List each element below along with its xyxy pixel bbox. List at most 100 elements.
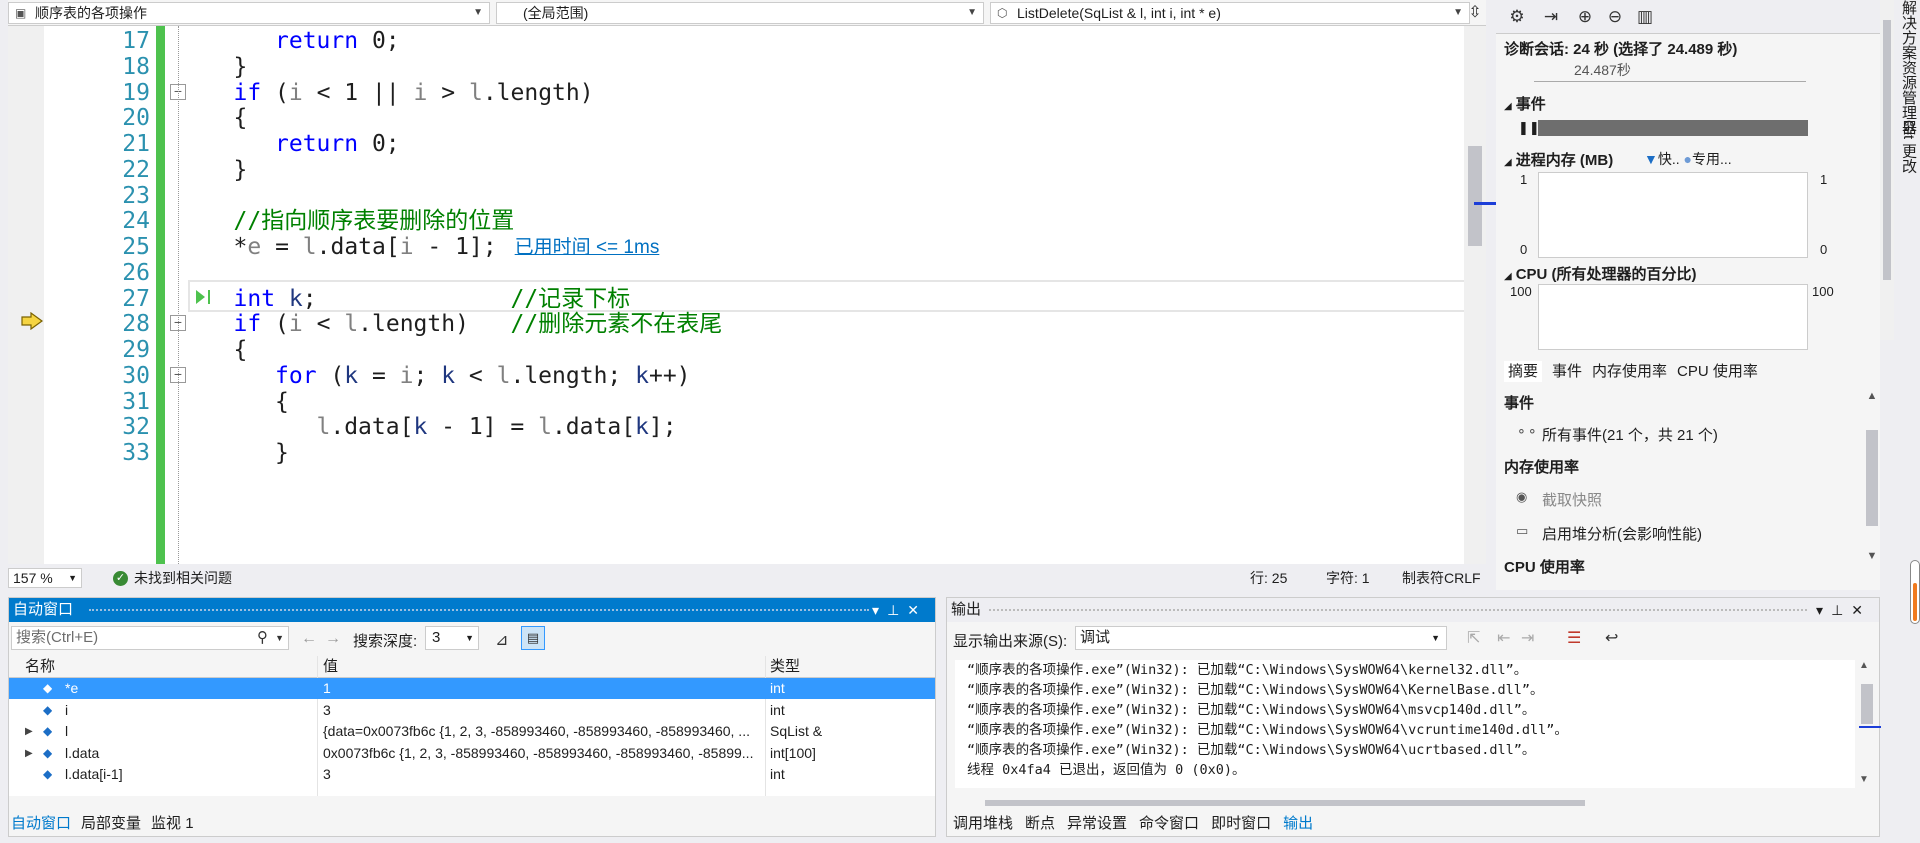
scrollbar-thumb[interactable] bbox=[1883, 20, 1891, 280]
zoom-out-icon[interactable]: ⊖ bbox=[1604, 6, 1626, 28]
collapse-triangle-icon[interactable]: ◢ bbox=[1504, 271, 1512, 282]
code-line[interactable]: if (i < 1 || i > l.length) bbox=[234, 78, 594, 110]
dropdown-icon[interactable]: ▾ bbox=[872, 602, 887, 618]
chevron-up-icon[interactable]: ▲ bbox=[1864, 390, 1880, 402]
tab-memory-usage[interactable]: 内存使用率 bbox=[1592, 363, 1667, 380]
pin-icon[interactable]: ⊥ bbox=[1831, 602, 1851, 618]
output-horizontal-scrollbar[interactable] bbox=[955, 796, 1855, 810]
tab-immediate-window[interactable]: 即时窗口 bbox=[1211, 815, 1271, 832]
code-line[interactable]: l.data[k - 1] = l.data[k]; bbox=[317, 412, 677, 444]
drag-grip[interactable] bbox=[989, 609, 1807, 613]
code-line[interactable]: for (k = i; k < l.length; k++) bbox=[275, 361, 691, 393]
settings-gear-icon[interactable]: ⚙ bbox=[1506, 6, 1528, 28]
scrollbar-thumb[interactable] bbox=[1468, 146, 1482, 246]
autos-row[interactable]: ◆ i 3 int bbox=[9, 700, 935, 721]
run-to-click-icon[interactable] bbox=[194, 288, 214, 306]
scrollbar-thumb[interactable] bbox=[1861, 684, 1873, 724]
find-message-icon[interactable]: ⇱ bbox=[1467, 628, 1480, 648]
autos-row[interactable]: ◆ l.data[i-1] 3 int bbox=[9, 764, 935, 785]
chevron-down-icon[interactable]: ▼ bbox=[275, 627, 284, 649]
output-source-dropdown[interactable]: 调试 ▼ bbox=[1075, 626, 1447, 650]
line-indicator[interactable]: 行: 25 bbox=[1250, 566, 1287, 590]
take-snapshot-button[interactable]: 截取快照 bbox=[1542, 489, 1602, 510]
events-timeline-bar[interactable] bbox=[1538, 120, 1808, 136]
autos-row[interactable]: ◆ *e 1 int bbox=[9, 678, 935, 699]
collapse-triangle-icon[interactable]: ◢ bbox=[1504, 157, 1512, 168]
expand-arrow-icon[interactable]: ▶ bbox=[25, 743, 33, 764]
code-line[interactable]: { bbox=[275, 387, 289, 419]
scope-dropdown[interactable]: (全局范围) ▼ bbox=[496, 2, 984, 24]
code-line[interactable]: } bbox=[234, 155, 248, 187]
autos-row[interactable]: ▶ ◆ l.data 0x0073fb6c {1, 2, 3, -858993460,… bbox=[9, 743, 935, 764]
search-icon[interactable]: ⚲ bbox=[257, 627, 268, 649]
filter-icon[interactable]: ⊿ bbox=[495, 630, 508, 650]
code-line[interactable]: if (i < l.length) //删除元素不在表尾 bbox=[234, 309, 723, 341]
perf-tip[interactable]: 已用时间 <= 1ms bbox=[515, 232, 660, 264]
select-tools-icon[interactable]: ⇥ bbox=[1540, 6, 1562, 28]
scrollbar-thumb[interactable] bbox=[1866, 430, 1878, 526]
scrollbar-thumb[interactable] bbox=[985, 800, 1585, 806]
chevron-down-icon[interactable]: ▼ bbox=[1859, 774, 1869, 785]
chevron-down-icon[interactable]: ▼ bbox=[1864, 550, 1880, 562]
project-dropdown[interactable]: ▣ 顺序表的各项操作 ▼ bbox=[8, 2, 490, 24]
autos-row[interactable]: ▶ ◆ l {data=0x0073fb6c {1, 2, 3, -858993460… bbox=[9, 721, 935, 742]
column-header-type[interactable]: 类型 bbox=[770, 656, 800, 678]
clear-all-icon[interactable]: ☰ bbox=[1567, 628, 1581, 648]
word-wrap-icon[interactable]: ↩ bbox=[1605, 628, 1618, 648]
char-indicator[interactable]: 字符: 1 bbox=[1326, 566, 1370, 590]
all-events-link[interactable]: 所有事件(21 个，共 21 个) bbox=[1542, 424, 1718, 445]
heap-analysis-toggle[interactable]: 启用堆分析(会影响性能) bbox=[1542, 523, 1702, 544]
forward-arrow-icon[interactable]: → bbox=[325, 630, 341, 648]
tab-autos[interactable]: 自动窗口 bbox=[11, 815, 71, 832]
tab-locals[interactable]: 局部变量 bbox=[81, 815, 141, 832]
code-line[interactable]: { bbox=[234, 335, 248, 367]
tab-indicator[interactable]: 制表符 bbox=[1402, 566, 1444, 590]
close-icon[interactable]: ✕ bbox=[1851, 602, 1871, 618]
summary-scrollbar[interactable]: ▲ ▼ bbox=[1864, 390, 1880, 570]
column-header-name[interactable]: 名称 bbox=[25, 656, 55, 678]
pin-icon[interactable]: ⊥ bbox=[887, 602, 907, 618]
search-depth-dropdown[interactable]: 3 ▼ bbox=[425, 626, 479, 650]
previous-message-icon[interactable]: ⇤ bbox=[1497, 628, 1510, 648]
output-title-bar[interactable]: 输出 ▾⊥✕ bbox=[947, 598, 1879, 622]
solution-explorer-tab[interactable]: 解决方案资源管理器 bbox=[1898, 0, 1919, 135]
autos-search-input[interactable]: 搜索(Ctrl+E) ⚲ ▼ bbox=[11, 626, 289, 650]
code-line[interactable]: { bbox=[234, 103, 248, 135]
tab-call-stack[interactable]: 调用堆栈 bbox=[953, 815, 1013, 832]
zoom-in-icon[interactable]: ⊕ bbox=[1574, 6, 1596, 28]
tab-output[interactable]: 输出 bbox=[1283, 815, 1313, 832]
function-dropdown[interactable]: ⬡ ListDelete(SqList & l, int i, int * e)… bbox=[990, 2, 1470, 24]
code-line[interactable]: return 0; bbox=[275, 129, 400, 161]
notification-indicator[interactable] bbox=[1910, 560, 1920, 624]
tab-cpu-usage[interactable]: CPU 使用率 bbox=[1677, 363, 1758, 380]
drag-grip[interactable] bbox=[89, 609, 869, 613]
glyph-margin[interactable] bbox=[8, 26, 44, 564]
back-arrow-icon[interactable]: ← bbox=[301, 630, 317, 648]
column-header-value[interactable]: 值 bbox=[323, 656, 338, 678]
code-editor[interactable]: 17 18 19 20 21 22 23 24 25 26 27 28 29 30 31 32 33 retur… bbox=[8, 26, 1500, 564]
cpu-graph[interactable] bbox=[1538, 284, 1808, 350]
code-line[interactable]: return 0; bbox=[275, 26, 400, 58]
issues-status[interactable]: 未找到相关问题 bbox=[134, 566, 232, 590]
timeline-ruler[interactable]: 24.487秒 bbox=[1534, 58, 1806, 82]
collapse-triangle-icon[interactable]: ◢ bbox=[1504, 101, 1512, 112]
eol-indicator[interactable]: CRLF bbox=[1444, 566, 1481, 590]
zoom-dropdown[interactable]: 157 % ▼ bbox=[8, 568, 82, 588]
editor-vertical-scrollbar[interactable] bbox=[1464, 26, 1500, 564]
tab-exception-settings[interactable]: 异常设置 bbox=[1067, 815, 1127, 832]
expand-arrow-icon[interactable]: ▶ bbox=[25, 721, 33, 742]
tab-watch-1[interactable]: 监视 1 bbox=[151, 815, 194, 832]
tab-command-window[interactable]: 命令窗口 bbox=[1139, 815, 1199, 832]
output-text[interactable]: “顺序表的各项操作.exe”(Win32): 已加载“C:\Windows\Sy… bbox=[955, 660, 1855, 788]
autos-title-bar[interactable]: 自动窗口 ▾⊥✕ bbox=[9, 598, 935, 622]
memory-graph[interactable] bbox=[1538, 172, 1808, 258]
next-message-icon[interactable]: ⇥ bbox=[1521, 628, 1534, 648]
diag-outer-scrollbar[interactable] bbox=[1880, 0, 1894, 340]
code-line[interactable]: *e = l.data[i - 1]; 已用时间 <= 1ms bbox=[234, 232, 660, 264]
split-editor-icon[interactable]: ⇳ bbox=[1464, 2, 1486, 24]
code-line[interactable]: } bbox=[275, 438, 289, 470]
reset-view-chart-icon[interactable]: ▥ bbox=[1634, 6, 1656, 28]
tab-breakpoints[interactable]: 断点 bbox=[1025, 815, 1055, 832]
pause-icon[interactable]: ❚❚ bbox=[1518, 120, 1540, 136]
close-icon[interactable]: ✕ bbox=[907, 602, 927, 618]
